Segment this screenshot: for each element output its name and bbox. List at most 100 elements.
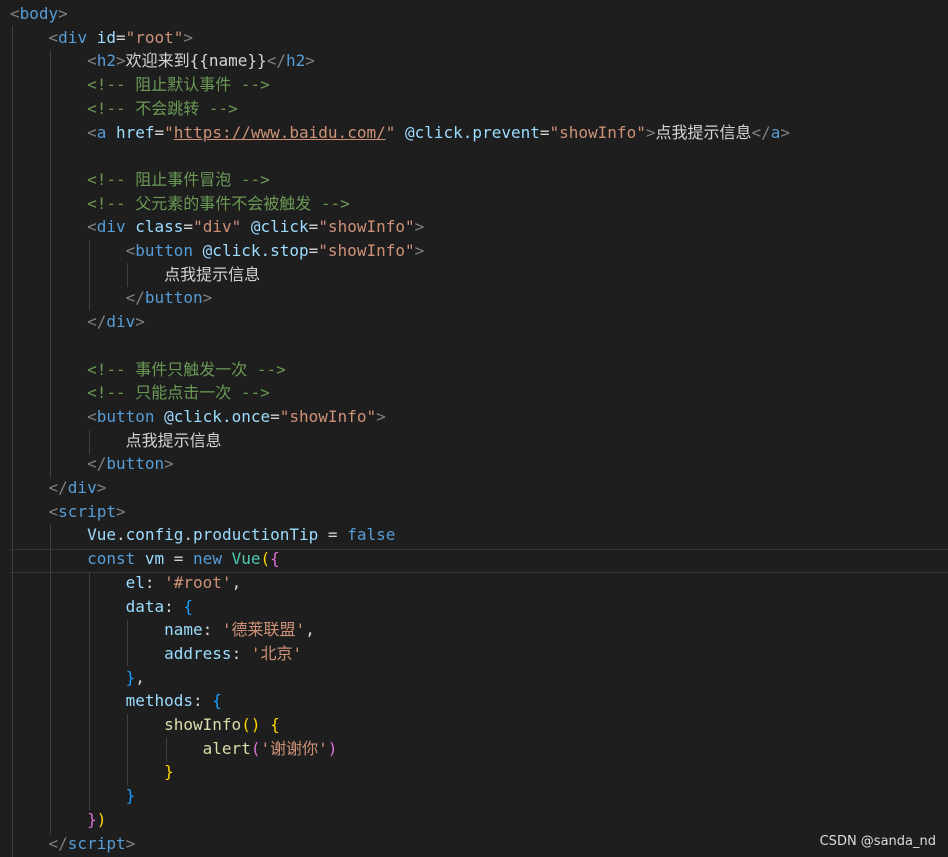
code-token: ,: [135, 667, 145, 687]
code-line[interactable]: methods: {: [10, 689, 222, 713]
code-token: =: [183, 217, 194, 237]
code-line[interactable]: Vue.config.productionTip = false: [10, 523, 395, 547]
code-token: '德莱联盟': [221, 620, 306, 640]
code-line[interactable]: }): [10, 808, 106, 832]
code-token: }: [164, 762, 174, 782]
code-token: Vue: [87, 525, 116, 545]
code-line[interactable]: el: '#root',: [10, 571, 242, 595]
code-line[interactable]: <a href="https://www.baidu.com/" @click.…: [10, 121, 790, 145]
code-token: name: [164, 620, 203, 640]
code-token: >: [183, 27, 194, 47]
code-token: button: [96, 406, 155, 426]
code-line[interactable]: data: {: [10, 595, 193, 619]
code-token: :: [231, 643, 251, 663]
code-line[interactable]: <!-- 阻止事件冒泡 -->: [10, 168, 270, 192]
code-token: }: [125, 786, 136, 806]
code-line[interactable]: <h2>欢迎来到{{name}}</h2>: [10, 49, 315, 73]
code-line[interactable]: </script>: [10, 832, 136, 856]
code-token: :: [164, 596, 184, 616]
code-line[interactable]: <div class="div" @click="showInfo">: [10, 215, 424, 239]
code-line[interactable]: showInfo() {: [10, 713, 280, 737]
code-token: {: [270, 715, 280, 734]
code-line[interactable]: </div>: [10, 310, 145, 334]
code-token: h2: [285, 51, 306, 71]
code-token: >: [376, 406, 386, 426]
code-token: .: [183, 525, 194, 545]
code-token: ,: [305, 620, 315, 640]
code-token: =: [308, 217, 319, 237]
code-token: @click.prevent: [405, 122, 540, 142]
code-line[interactable]: 点我提示信息: [10, 263, 260, 287]
code-line[interactable]: name: '德莱联盟',: [10, 618, 315, 642]
code-token: >: [58, 4, 68, 23]
code-line[interactable]: <div id="root">: [10, 26, 194, 50]
code-line[interactable]: }: [10, 760, 174, 784]
code-token: <: [87, 406, 97, 426]
code-token: https://www.baidu.com/: [173, 122, 386, 142]
code-token: <: [87, 51, 97, 71]
code-token: data: [125, 596, 165, 616]
code-token: script: [58, 501, 116, 521]
code-token: "showInfo": [549, 122, 646, 142]
code-line[interactable]: <!-- 只能点击一次 -->: [10, 381, 270, 405]
code-token: 点我提示信息: [655, 122, 752, 142]
code-token: 点我提示信息: [10, 430, 222, 450]
code-token: '谢谢你': [260, 738, 328, 758]
code-line[interactable]: <script>: [10, 500, 126, 524]
code-token: </: [125, 288, 145, 308]
code-line[interactable]: const vm = new Vue({: [10, 547, 280, 571]
code-token: div: [67, 478, 97, 497]
code-line[interactable]: </div>: [10, 476, 107, 500]
code-token: const: [87, 549, 136, 569]
code-token: >: [414, 241, 425, 260]
code-token: div: [106, 312, 136, 332]
code-line[interactable]: <!-- 阻止默认事件 -->: [10, 73, 270, 97]
code-token: </: [266, 51, 286, 71]
code-token: vm: [144, 549, 165, 569]
code-token: ,: [231, 572, 242, 592]
code-editor[interactable]: <body> <div id="root"> <h2>欢迎来到{{name}}<…: [0, 0, 948, 857]
code-token: href: [115, 122, 155, 142]
code-token: <!-- 事件只触发一次 -->: [87, 359, 286, 379]
code-line[interactable]: address: '北京': [10, 642, 302, 666]
watermark: CSDN @sanda_nd: [819, 834, 936, 849]
code-line[interactable]: <!-- 父元素的事件不会被触发 -->: [10, 192, 350, 216]
code-line[interactable]: 点我提示信息: [10, 429, 222, 453]
code-token: <!-- 阻止默认事件 -->: [87, 75, 270, 95]
code-line[interactable]: alert('谢谢你'): [10, 737, 338, 761]
code-line[interactable]: <!-- 事件只触发一次 -->: [10, 358, 286, 382]
code-token: script: [67, 833, 126, 853]
code-line[interactable]: <button @click.stop="showInfo">: [10, 239, 425, 263]
code-token: @click.once: [164, 406, 271, 426]
code-line[interactable]: </button>: [10, 452, 174, 476]
code-token: showInfo: [164, 715, 242, 734]
code-token: >: [164, 454, 174, 474]
code-token: 欢迎来到{{name}}: [125, 51, 267, 71]
code-token: </: [48, 478, 68, 497]
code-line[interactable]: <!-- 不会跳转 -->: [10, 97, 238, 121]
code-token: config: [125, 525, 184, 545]
code-token: "div": [193, 217, 242, 237]
code-line[interactable]: <body>: [10, 2, 68, 26]
code-token: >: [96, 478, 107, 497]
code-token: </: [87, 454, 107, 474]
code-token: el: [125, 572, 145, 592]
code-line[interactable]: }: [10, 784, 136, 808]
code-line[interactable]: </button>: [10, 286, 213, 310]
code-line[interactable]: },: [10, 666, 145, 690]
code-token: >: [305, 51, 315, 71]
code-token: @click.stop: [202, 241, 309, 260]
code-token: <: [48, 27, 59, 47]
code-token: </: [48, 833, 68, 853]
code-line[interactable]: <button @click.once="showInfo">: [10, 405, 386, 429]
code-token: <: [48, 501, 59, 521]
